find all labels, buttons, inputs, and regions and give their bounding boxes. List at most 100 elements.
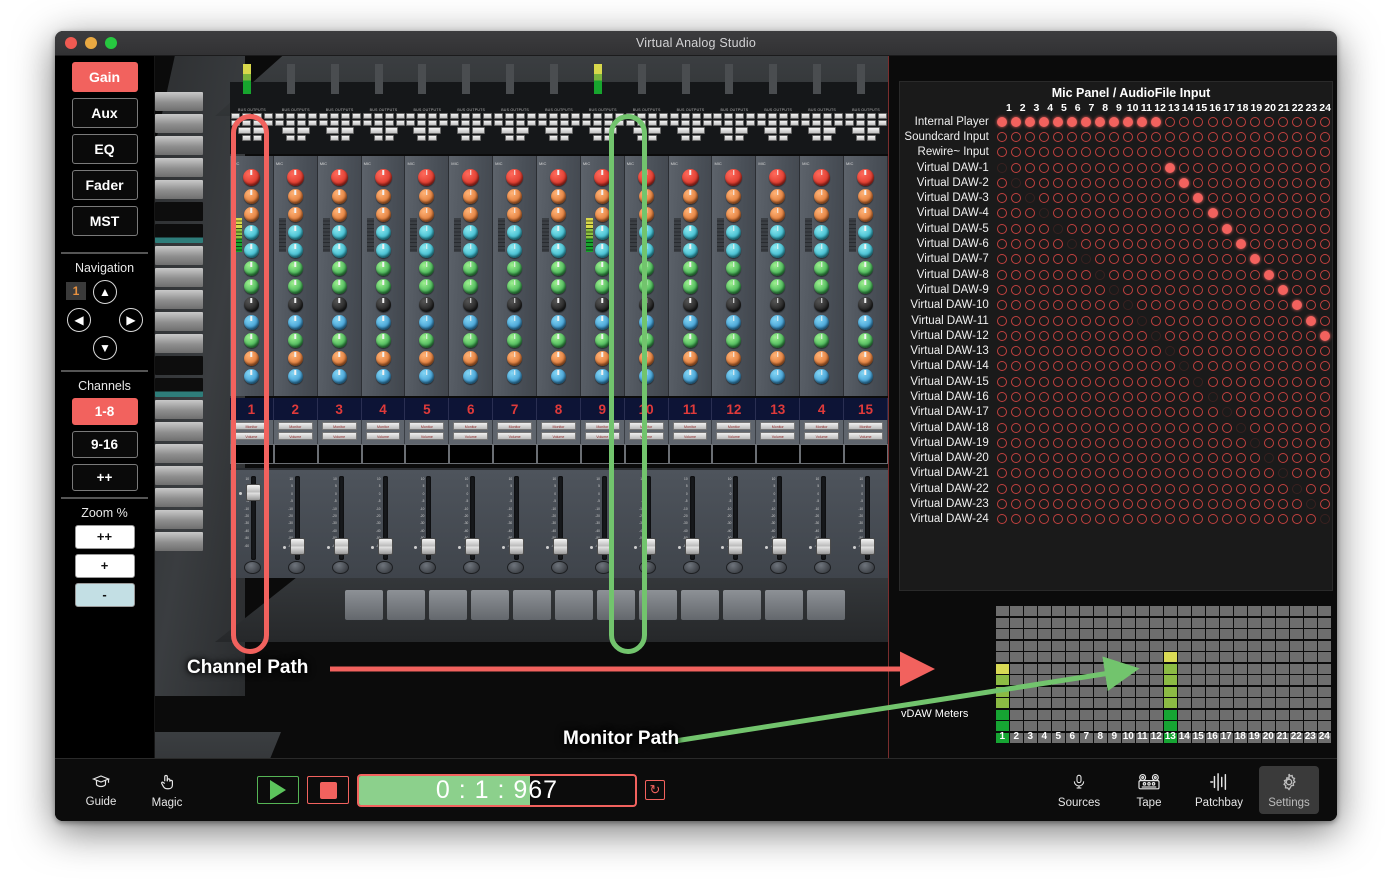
bus-button[interactable] xyxy=(548,113,558,119)
channel-knob[interactable] xyxy=(594,225,610,240)
matrix-dot[interactable] xyxy=(1010,330,1021,341)
matrix-dot[interactable] xyxy=(1095,483,1106,494)
matrix-dot[interactable] xyxy=(1165,131,1176,142)
matrix-cell[interactable] xyxy=(1290,499,1304,510)
channel-knob[interactable] xyxy=(638,315,654,330)
matrix-cell[interactable] xyxy=(1149,193,1163,204)
matrix-dot[interactable] xyxy=(1179,346,1190,357)
matrix-dot[interactable] xyxy=(1193,407,1204,418)
matrix-cell[interactable] xyxy=(1065,269,1079,280)
channel-knob[interactable] xyxy=(682,333,698,348)
matrix-dot[interactable] xyxy=(1179,147,1190,158)
matrix-cell[interactable] xyxy=(1009,300,1023,311)
matrix-dot[interactable] xyxy=(1024,514,1035,525)
channel-knob[interactable] xyxy=(770,369,786,384)
bus-button[interactable] xyxy=(252,113,262,119)
channel-knob[interactable] xyxy=(594,207,610,222)
bus-button[interactable] xyxy=(702,120,712,126)
matrix-dot[interactable] xyxy=(1319,346,1330,357)
matrix-dot[interactable] xyxy=(1038,376,1049,387)
matrix-cell[interactable] xyxy=(1065,147,1079,158)
matrix-cell[interactable] xyxy=(1079,223,1093,234)
matrix-dot[interactable] xyxy=(1221,499,1232,510)
matrix-dot[interactable] xyxy=(1319,483,1330,494)
pre-button[interactable] xyxy=(676,127,690,134)
matrix-cell[interactable] xyxy=(1093,453,1107,464)
matrix-cell[interactable] xyxy=(1220,162,1234,173)
matrix-dot[interactable] xyxy=(1221,407,1232,418)
gain-knob[interactable] xyxy=(418,169,436,186)
channel-knob[interactable] xyxy=(726,351,742,366)
channel-knob[interactable] xyxy=(814,261,830,276)
matrix-cell[interactable] xyxy=(1107,483,1121,494)
matrix-cell[interactable] xyxy=(1009,131,1023,142)
matrix-dot[interactable] xyxy=(1179,284,1190,295)
matrix-cell[interactable] xyxy=(1248,300,1262,311)
matrix-cell[interactable] xyxy=(1262,407,1276,418)
matrix-dot[interactable] xyxy=(1179,437,1190,448)
bus-button[interactable] xyxy=(274,120,284,126)
matrix-cell[interactable] xyxy=(1206,407,1220,418)
matrix-dot[interactable] xyxy=(1319,300,1330,311)
matrix-cell[interactable] xyxy=(1177,162,1191,173)
matrix-dot[interactable] xyxy=(1137,453,1148,464)
bus-button[interactable] xyxy=(844,120,854,126)
matrix-dot[interactable] xyxy=(1207,453,1218,464)
matrix-cell[interactable] xyxy=(1023,346,1037,357)
matrix-dot[interactable] xyxy=(1038,223,1049,234)
bus-button[interactable] xyxy=(658,120,668,126)
matrix-dot[interactable] xyxy=(1277,361,1288,372)
matrix-dot[interactable] xyxy=(1067,208,1078,219)
matrix-dot[interactable] xyxy=(1053,300,1064,311)
channel-knob[interactable] xyxy=(770,225,786,240)
matrix-cell[interactable] xyxy=(1248,116,1262,127)
matrix-cell[interactable] xyxy=(1234,223,1248,234)
matrix-cell[interactable] xyxy=(1051,223,1065,234)
pan-knob[interactable] xyxy=(287,561,305,574)
matrix-dot[interactable] xyxy=(1010,391,1021,402)
matrix-dot[interactable] xyxy=(1305,300,1316,311)
matrix-cell[interactable] xyxy=(1234,208,1248,219)
matrix-dot[interactable] xyxy=(1053,407,1064,418)
matrix-cell[interactable] xyxy=(1009,116,1023,127)
matrix-cell[interactable] xyxy=(1023,468,1037,479)
bus-button[interactable] xyxy=(735,120,745,126)
matrix-dot[interactable] xyxy=(1165,147,1176,158)
matrix-cell[interactable] xyxy=(1276,391,1290,402)
matrix-cell[interactable] xyxy=(1135,177,1149,188)
gain-knob[interactable] xyxy=(242,169,260,186)
matrix-cell[interactable] xyxy=(1248,208,1262,219)
matrix-cell[interactable] xyxy=(1234,193,1248,204)
matrix-dot[interactable] xyxy=(1053,147,1064,158)
matrix-cell[interactable] xyxy=(1121,284,1135,295)
matrix-dot[interactable] xyxy=(1081,346,1092,357)
matrix-dot[interactable] xyxy=(1249,468,1260,479)
channel-knob[interactable] xyxy=(550,279,566,294)
matrix-cell[interactable] xyxy=(1304,330,1318,341)
channel-knob[interactable] xyxy=(814,351,830,366)
matrix-cell[interactable] xyxy=(1318,453,1332,464)
matrix-dot[interactable] xyxy=(1024,346,1035,357)
matrix-dot[interactable] xyxy=(1109,254,1120,265)
matrix-cell[interactable] xyxy=(1318,223,1332,234)
matrix-cell[interactable] xyxy=(1206,193,1220,204)
console-key[interactable] xyxy=(429,590,467,620)
matrix-cell[interactable] xyxy=(1276,193,1290,204)
matrix-dot[interactable] xyxy=(1291,177,1302,188)
matrix-dot[interactable] xyxy=(1277,514,1288,525)
matrix-cell[interactable] xyxy=(1037,116,1051,127)
matrix-cell[interactable] xyxy=(1149,453,1163,464)
matrix-cell[interactable] xyxy=(1051,131,1065,142)
matrix-dot[interactable] xyxy=(1179,208,1190,219)
channel-knob[interactable] xyxy=(814,207,830,222)
bus-button[interactable] xyxy=(461,120,471,126)
matrix-dot[interactable] xyxy=(1165,407,1176,418)
monitor-button[interactable]: Monitor xyxy=(497,422,533,430)
channel-number[interactable]: 8 xyxy=(537,398,581,420)
matrix-dot[interactable] xyxy=(996,483,1007,494)
matrix-cell[interactable] xyxy=(1107,162,1121,173)
matrix-dot[interactable] xyxy=(1235,437,1246,448)
matrix-dot[interactable] xyxy=(1291,330,1302,341)
matrix-dot[interactable] xyxy=(1081,147,1092,158)
matrix-cell[interactable] xyxy=(1121,376,1135,387)
